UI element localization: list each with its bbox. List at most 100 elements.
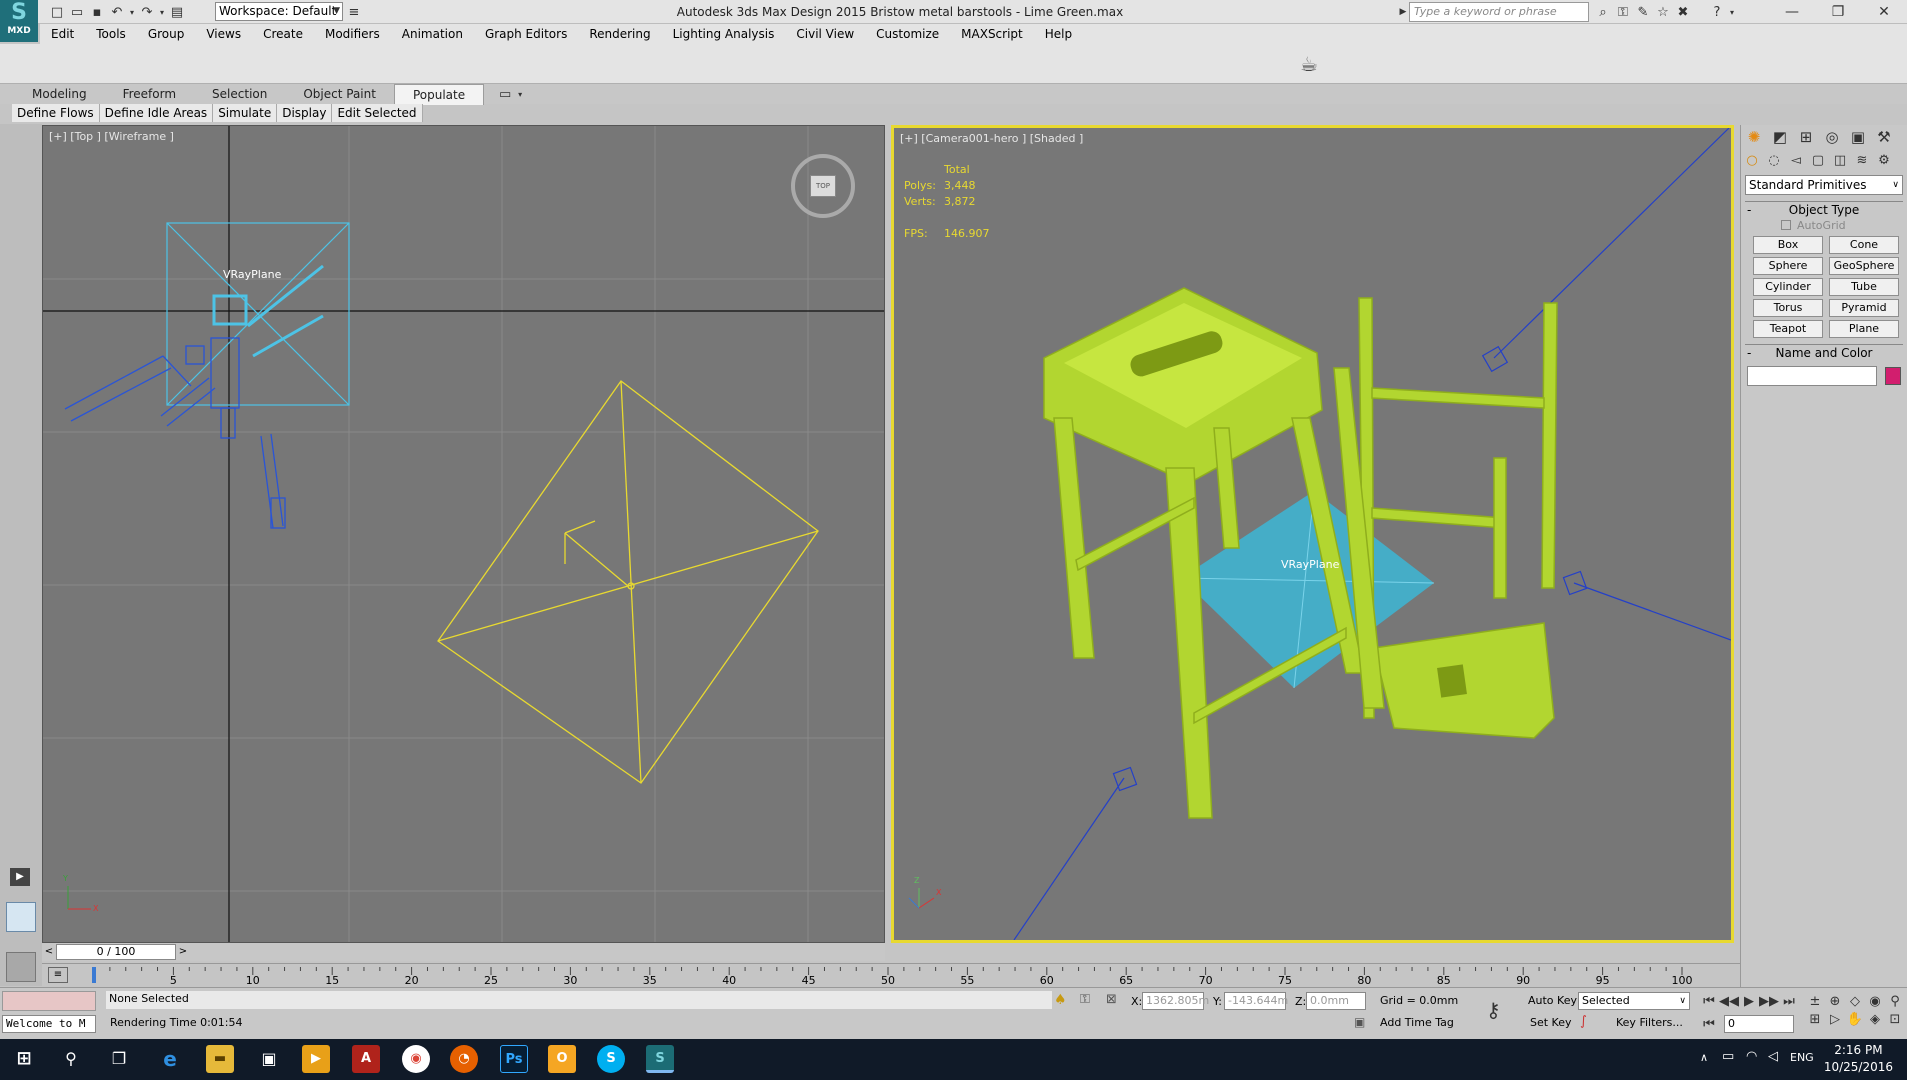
cylinder-button[interactable]: Cylinder [1753, 278, 1823, 296]
utilities-tab-icon[interactable]: ⚒ [1871, 128, 1897, 146]
file-explorer-icon[interactable]: ▬ [206, 1045, 234, 1073]
ribbon-options-icon[interactable]: ▭ [496, 85, 514, 103]
help-dropdown-icon[interactable]: ▾ [1728, 3, 1736, 21]
tray-chevron-icon[interactable]: ∧ [1700, 1051, 1708, 1064]
tab-populate[interactable]: Populate [393, 83, 485, 105]
app-logo-button[interactable]: S MXD [0, 0, 38, 42]
menu-create[interactable]: Create [252, 24, 314, 44]
zoom-all-icon[interactable]: ⊕ [1826, 992, 1844, 1010]
auto-key-button[interactable]: Auto Key [1528, 994, 1577, 1007]
absolute-mode-icon[interactable]: ⊠ [1106, 992, 1117, 1007]
key-mode-dropdown[interactable]: Selected ∨ [1578, 992, 1690, 1010]
next-key-icon[interactable]: ▶▶ [1759, 992, 1779, 1010]
binoculars-icon[interactable]: ⌕ [1594, 3, 1612, 21]
name-color-rollout-header[interactable]: - Name and Color [1745, 344, 1903, 360]
track-bar[interactable]: ≡ 5 10 15 20 25 30 35 40 45 50 55 60 65 70 75 80 85 90 95 1… [42, 963, 1740, 987]
field-of-view-icon[interactable]: ◇ [1846, 992, 1864, 1010]
key-mode-curve-icon[interactable]: ∫ [1580, 1014, 1587, 1029]
tab-selection[interactable]: Selection [194, 84, 285, 104]
redo-icon[interactable]: ↷ [138, 3, 156, 21]
menu-rendering[interactable]: Rendering [578, 24, 661, 44]
time-slider-thumb[interactable]: 0 / 100 [56, 944, 176, 960]
save-icon[interactable]: ▪ [88, 3, 106, 21]
dolly-icon[interactable]: ▷ [1826, 1010, 1844, 1028]
selection-lock-icon[interactable]: ⚿ [1080, 992, 1090, 1007]
cameras-icon[interactable]: ▢ [1807, 153, 1829, 168]
torus-button[interactable]: Torus [1753, 299, 1823, 317]
walk-icon[interactable]: ⚲ [1886, 992, 1904, 1010]
menu-civil-view[interactable]: Civil View [785, 24, 865, 44]
layout-single-viewport-icon[interactable] [6, 952, 36, 982]
redo-dropdown-icon[interactable]: ▾ [158, 3, 166, 21]
key-mode-toggle-icon[interactable]: ⏮ [1700, 1015, 1718, 1033]
maximize-viewport-icon[interactable]: ⊡ [1886, 1010, 1904, 1028]
viewport-camera-label[interactable]: [+] [Camera001-hero ] [Shaded ] [900, 132, 1083, 145]
modify-tab-icon[interactable]: ◩ [1767, 128, 1793, 146]
system-clock[interactable]: 2:16 PM 10/25/2016 [1824, 1042, 1893, 1076]
add-time-tag-button[interactable]: Add Time Tag [1380, 1016, 1454, 1029]
geometry-icon[interactable]: ○ [1741, 153, 1763, 168]
skype-icon[interactable]: S [597, 1045, 625, 1073]
menu-animation[interactable]: Animation [391, 24, 474, 44]
restore-icon[interactable]: ❐ [1815, 0, 1861, 24]
undo-icon[interactable]: ↶ [108, 3, 126, 21]
create-tab-icon[interactable]: ✺ [1741, 128, 1767, 146]
help-icon[interactable]: ? [1708, 3, 1726, 21]
volume-icon[interactable]: ◁ [1768, 1049, 1778, 1064]
toolbar-dropdown-icon[interactable]: ≡ [345, 3, 363, 21]
outlook-icon[interactable]: O [548, 1045, 576, 1073]
workspace-dropdown[interactable]: Workspace: Default ▼ [215, 2, 343, 21]
go-to-end-icon[interactable]: ⏭ [1780, 992, 1798, 1010]
motion-tab-icon[interactable]: ◎ [1819, 128, 1845, 146]
pan-icon[interactable]: ✋ [1846, 1010, 1864, 1028]
edit-selected-button[interactable]: Edit Selected [332, 104, 423, 122]
zoom-icon[interactable]: ± [1806, 992, 1824, 1010]
viewcube[interactable]: TOP [810, 175, 836, 197]
tab-object-paint[interactable]: Object Paint [285, 84, 394, 104]
undo-dropdown-icon[interactable]: ▾ [128, 3, 136, 21]
y-coordinate-field[interactable]: -143.644m [1224, 992, 1288, 1010]
chrome-icon[interactable]: ◉ [402, 1045, 430, 1073]
communication-icon[interactable]: ✎ [1634, 3, 1652, 21]
menu-graph-editors[interactable]: Graph Editors [474, 24, 578, 44]
autogrid-checkbox[interactable]: AutoGrid [1781, 219, 1907, 232]
shapes-icon[interactable]: ◌ [1763, 153, 1785, 168]
sphere-button[interactable]: Sphere [1753, 257, 1823, 275]
viewport-camera-shaded[interactable]: [+] [Camera001-hero ] [Shaded ] Total Po… [891, 125, 1734, 943]
menu-customize[interactable]: Customize [865, 24, 950, 44]
go-to-start-icon[interactable]: ⏮ [1700, 992, 1718, 1010]
helpers-icon[interactable]: ◫ [1829, 153, 1851, 168]
tab-modeling[interactable]: Modeling [14, 84, 105, 104]
menu-edit[interactable]: Edit [40, 24, 85, 44]
systems-icon[interactable]: ⚙ [1873, 153, 1895, 168]
lights-icon[interactable]: ◅ [1785, 153, 1807, 168]
open-file-icon[interactable]: ▭ [68, 3, 86, 21]
object-type-rollout-header[interactable]: - Object Type [1745, 201, 1903, 217]
primitives-dropdown[interactable]: Standard Primitives ∨ [1745, 175, 1903, 195]
minimize-icon[interactable]: — [1769, 0, 1815, 24]
previous-key-icon[interactable]: ◀◀ [1719, 992, 1739, 1010]
search-icon[interactable]: ⚲ [57, 1045, 85, 1073]
key-filters-button[interactable]: Key Filters... [1616, 1016, 1683, 1029]
render-teapot-icon[interactable]: ☕ [1300, 52, 1318, 76]
previous-frame-icon[interactable]: < [42, 944, 56, 960]
menu-maxscript[interactable]: MAXScript [950, 24, 1034, 44]
menu-help[interactable]: Help [1034, 24, 1083, 44]
windows-start-icon[interactable]: ⊞ [10, 1045, 38, 1073]
menu-modifiers[interactable]: Modifiers [314, 24, 391, 44]
teapot-button[interactable]: Teapot [1753, 320, 1823, 338]
media-player-icon[interactable]: ▶ [302, 1045, 330, 1073]
define-idle-areas-button[interactable]: Define Idle Areas [100, 104, 214, 122]
define-flows-button[interactable]: Define Flows [12, 104, 100, 122]
edge-browser-icon[interactable]: e [156, 1045, 184, 1073]
menu-tools[interactable]: Tools [85, 24, 137, 44]
layout-two-viewports-icon[interactable] [6, 902, 36, 932]
store-icon[interactable]: ▣ [255, 1045, 283, 1073]
network-icon[interactable]: ◠ [1746, 1049, 1757, 1064]
close-icon[interactable]: ✕ [1861, 0, 1907, 24]
orbit-camera-icon[interactable]: ◈ [1866, 1010, 1884, 1028]
geosphere-button[interactable]: GeoSphere [1829, 257, 1899, 275]
viewport-layouts-toggle-icon[interactable]: ▶ [10, 868, 30, 886]
menu-lighting-analysis[interactable]: Lighting Analysis [662, 24, 786, 44]
maxscript-input[interactable]: Welcome to M [2, 1015, 96, 1033]
